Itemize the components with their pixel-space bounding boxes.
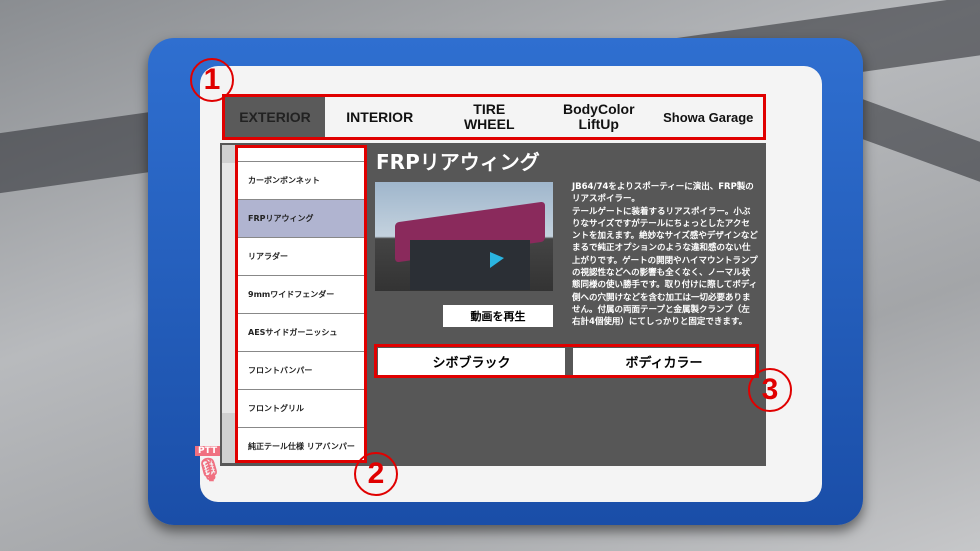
tab-tire-wheel[interactable]: TIRE WHEEL bbox=[435, 97, 545, 137]
tab-bodycolor-liftup[interactable]: BodyColor LiftUp bbox=[544, 97, 654, 137]
list-item[interactable]: AESサイドガーニッシュ bbox=[238, 314, 364, 352]
car-window bbox=[410, 240, 530, 290]
list-item[interactable]: フロントグリル bbox=[238, 390, 364, 428]
part-photo bbox=[375, 182, 553, 291]
list-item[interactable]: カーボンボンネット bbox=[238, 162, 364, 200]
option-body-color-button[interactable]: ボディカラー bbox=[573, 348, 755, 375]
option-shibo-black-button[interactable]: シボブラック bbox=[378, 348, 565, 375]
annotation-1: 1 bbox=[190, 58, 234, 102]
parts-list: カーボンボンネット FRPリアウィング リアラダー 9mmワイドフェンダー AE… bbox=[235, 145, 367, 463]
list-item-selected[interactable]: FRPリアウィング bbox=[238, 200, 364, 238]
play-video-button[interactable]: 動画を再生 bbox=[443, 305, 553, 327]
tab-exterior[interactable]: EXTERIOR bbox=[225, 97, 325, 137]
list-scrollbar[interactable] bbox=[222, 145, 236, 463]
ptt-indicator: PTT 🎙︎ bbox=[195, 446, 223, 484]
option-buttons: シボブラック ボディカラー bbox=[374, 344, 759, 378]
tab-showa-garage[interactable]: Showa Garage bbox=[654, 97, 764, 137]
part-description: JB64/74をよりスポーティーに演出、FRP製のリアスポイラー。 テールゲート… bbox=[572, 182, 758, 328]
scrollbar-thumb[interactable] bbox=[222, 163, 236, 413]
annotation-3: 3 bbox=[748, 368, 792, 412]
list-item[interactable]: 純正テール仕様 リアバンパー bbox=[238, 428, 364, 460]
ptt-label: PTT bbox=[195, 446, 221, 456]
list-item-partial bbox=[238, 148, 364, 162]
part-title: FRPリアウィング bbox=[376, 150, 540, 174]
tab-interior[interactable]: INTERIOR bbox=[325, 97, 435, 137]
cursor-icon bbox=[490, 252, 504, 268]
list-item[interactable]: リアラダー bbox=[238, 238, 364, 276]
list-item[interactable]: 9mmワイドフェンダー bbox=[238, 276, 364, 314]
category-tabs: EXTERIOR INTERIOR TIRE WHEEL BodyColor L… bbox=[222, 94, 766, 140]
mic-muted-icon: 🎙︎ bbox=[195, 458, 223, 483]
list-item[interactable]: フロントバンパー bbox=[238, 352, 364, 390]
annotation-2: 2 bbox=[354, 452, 398, 496]
